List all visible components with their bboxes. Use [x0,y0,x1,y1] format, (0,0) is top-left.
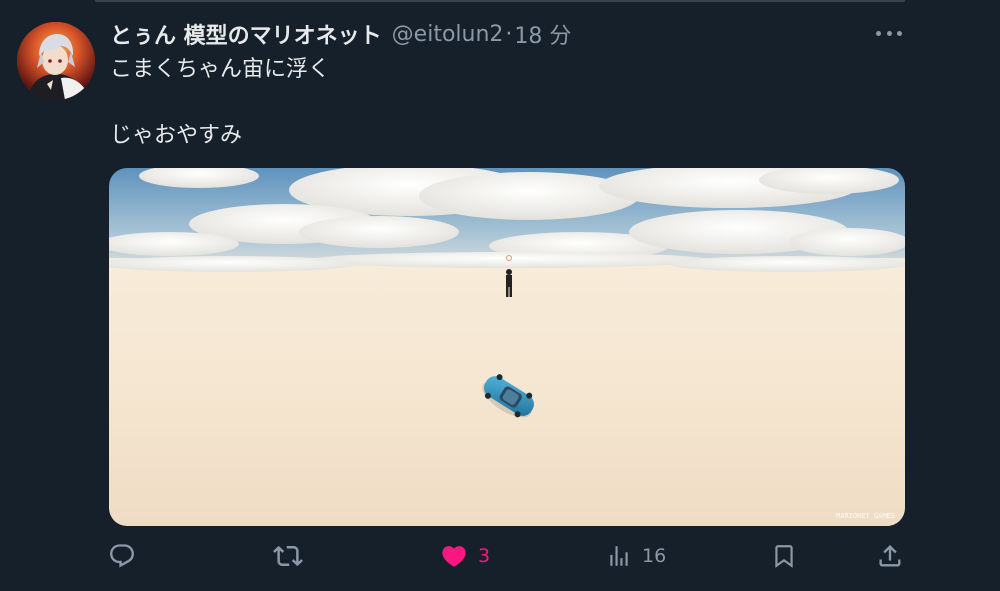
separator: · [505,21,513,47]
more-icon-dot [886,30,892,36]
share-button[interactable] [876,536,904,576]
avatar[interactable] [17,22,95,100]
retweet-icon [273,545,303,567]
bookmark-icon [775,545,793,568]
tweet-text: こまくちゃん宙に浮く じゃおやすみ [110,56,900,150]
more-button[interactable] [872,22,906,44]
views-button[interactable]: 16 [606,536,666,576]
media-watermark: MARIONET GAMES [836,512,895,520]
retweet-button[interactable] [273,536,313,576]
more-icon-dot [897,30,902,36]
top-divider [95,0,905,2]
avatar-image [17,22,95,100]
tweet-media-image[interactable]: MARIONET GAMES [109,168,905,526]
views-icon [610,546,628,566]
like-count: 3 [478,545,491,567]
display-name[interactable]: とぅん 模型のマリオネット [110,18,382,50]
action-bar: 3 16 [108,536,908,576]
timestamp[interactable]: 18 分 [514,18,571,50]
more-icon-dot [876,30,881,36]
like-button[interactable]: 3 [440,536,490,576]
tweet-text-line: じゃおやすみ [110,123,243,148]
tweet-text-line: こまくちゃん宙に浮く [110,57,331,82]
tweet-header: とぅん 模型のマリオネット @eitolun2 · 18 分 [110,18,571,50]
bookmark-button[interactable] [771,536,797,576]
reply-button[interactable] [108,536,146,576]
user-handle[interactable]: @eitolun2 [392,22,504,47]
share-icon [879,545,901,567]
views-count: 16 [642,545,667,567]
reply-icon [110,544,134,568]
heart-icon [442,546,466,567]
game-scene-image: MARIONET GAMES [109,168,905,526]
